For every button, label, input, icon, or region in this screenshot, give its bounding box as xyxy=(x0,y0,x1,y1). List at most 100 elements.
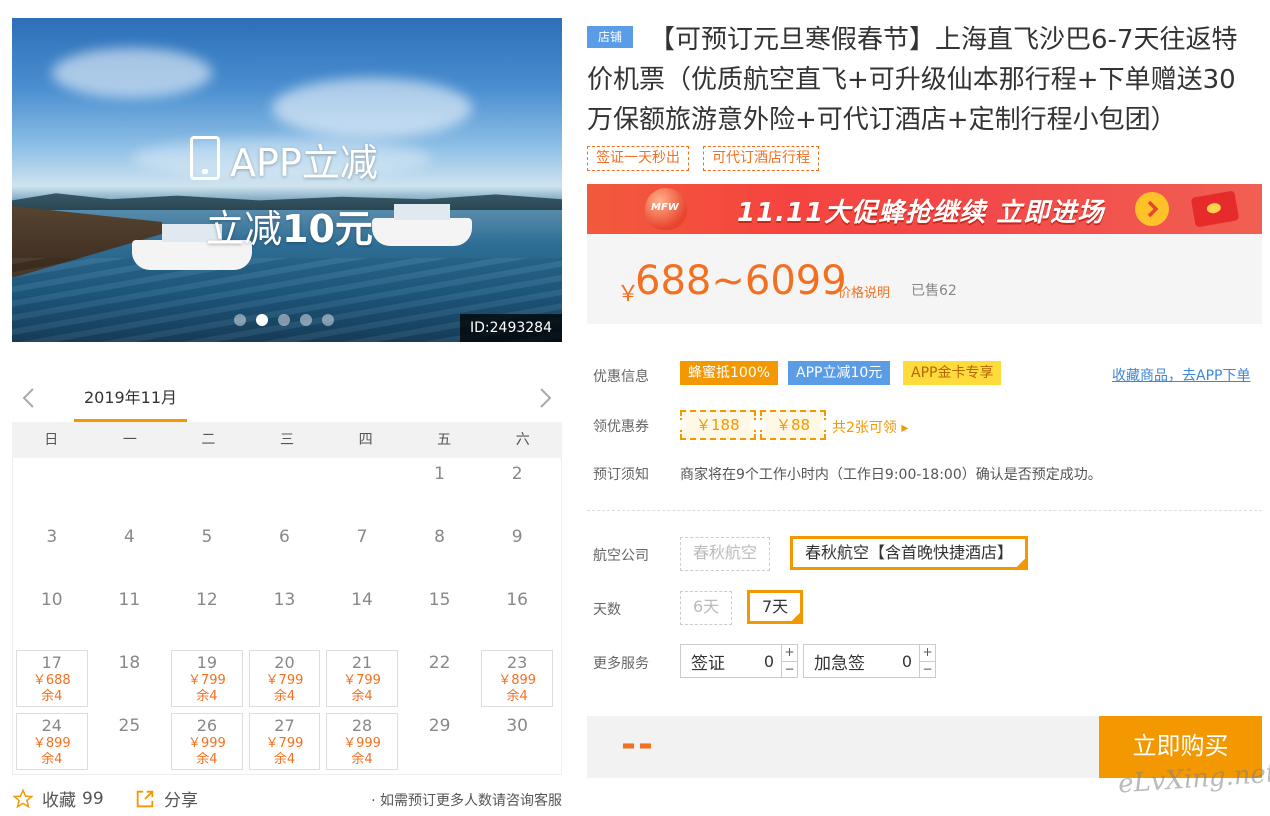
offer-tag-honey: 蜂蜜抵100% xyxy=(680,361,779,385)
calendar-day-price: ￥799 xyxy=(187,673,226,688)
calendar-day-number: 23 xyxy=(506,653,528,672)
calendar-day-number: 3 xyxy=(46,527,58,547)
favorite-button[interactable]: 收藏 99 xyxy=(12,786,104,811)
offer-tag-app: APP立减10元 xyxy=(788,361,891,385)
increment-button[interactable]: + xyxy=(782,645,797,661)
chevron-left-icon[interactable] xyxy=(18,386,42,410)
share-label: 分享 xyxy=(164,791,198,811)
calendar-day-number: 7 xyxy=(356,527,368,547)
promo-banner[interactable]: MFW 11.11大促蜂抢继续 立即进场 xyxy=(587,184,1262,234)
calendar-day-remaining: 余4 xyxy=(351,752,373,767)
star-icon xyxy=(12,787,34,808)
calendar-month-tab[interactable]: 2019年11月 xyxy=(74,378,187,422)
calendar-day-number: 19 xyxy=(196,653,218,672)
decrement-button[interactable]: − xyxy=(920,660,935,678)
calendar-day-number: 2 xyxy=(511,464,523,484)
carousel-dot[interactable] xyxy=(234,314,246,326)
calendar-day-available[interactable]: 20 ￥799 余4 xyxy=(248,650,321,707)
product-page: APP立减 立减10元 ID:2493284 2019年11月 日一二三四五六 … xyxy=(0,0,1270,816)
calendar-day: 5 xyxy=(168,521,246,584)
calendar-day: 3 xyxy=(13,521,91,584)
calendar-day-available[interactable]: 28 ￥999 余4 xyxy=(326,713,398,770)
calendar-day-number: 11 xyxy=(118,590,141,610)
calendar-day-available[interactable]: 21 ￥799 余4 xyxy=(326,650,398,707)
calendar-day: 2 xyxy=(478,458,556,521)
calendar-day: 29 xyxy=(401,710,479,773)
calendar-day: 18 xyxy=(91,647,169,710)
calendar-day: 25 xyxy=(91,710,169,773)
weekday-label: 五 xyxy=(437,432,452,448)
carousel-dot[interactable] xyxy=(300,314,312,326)
decrement-button[interactable]: − xyxy=(782,660,797,678)
calendar-day-remaining: 余4 xyxy=(41,689,63,704)
calendar-day xyxy=(246,458,324,521)
chevron-right-icon[interactable] xyxy=(532,386,556,410)
calendar-day xyxy=(91,458,169,521)
coupon-188[interactable]: ￥188 xyxy=(676,410,760,440)
calendar-day: 4 xyxy=(91,521,169,584)
weekday-label: 三 xyxy=(279,432,294,448)
airline-option-spring[interactable]: 春秋航空 xyxy=(680,537,771,571)
carousel-dot-active[interactable] xyxy=(256,314,268,326)
calendar-day-price: ￥688 xyxy=(32,673,71,688)
calendar-day-price: ￥799 xyxy=(343,673,381,688)
feature-badge: 签证一天秒出 xyxy=(587,146,689,171)
share-button[interactable]: 分享 xyxy=(134,786,198,811)
feature-badges: 签证一天秒出 可代订酒店行程 xyxy=(587,146,819,171)
promo-text: 11.11大促蜂抢继续 立即进场 xyxy=(737,198,1105,228)
calendar-day-number: 10 xyxy=(40,590,63,610)
airline-option-spring-hotel[interactable]: 春秋航空【含首晚快捷酒店】 xyxy=(790,536,1029,570)
calendar-day-available[interactable]: 26 ￥999 余4 xyxy=(171,713,243,770)
calendar-day-number: 1 xyxy=(434,464,445,484)
hero-subtitle-amount: 10元 xyxy=(282,207,373,251)
calendar-day-available[interactable]: 23 ￥899 余4 xyxy=(481,650,553,707)
calendar-day-number: 6 xyxy=(279,527,290,547)
calendar-day-price: ￥999 xyxy=(187,736,226,751)
calendar-day-available[interactable]: 19 ￥799 余4 xyxy=(171,650,243,707)
calendar-day-price: ￥799 xyxy=(265,736,304,751)
calendar-day-number: 24 xyxy=(41,716,62,735)
coupons-more-link[interactable]: 共2张可领 ▸ xyxy=(832,417,908,437)
hero-boat xyxy=(372,218,472,246)
visa-stepper[interactable]: 签证 0 + − xyxy=(680,644,798,678)
favorite-app-link[interactable]: 收藏商品，去APP下单 xyxy=(1112,365,1250,385)
days-option-6[interactable]: 6天 xyxy=(680,591,733,625)
calendar-day-number: 12 xyxy=(196,590,218,610)
coupon-88[interactable]: ￥88 xyxy=(755,410,831,440)
calendar-day-remaining: 余4 xyxy=(273,752,296,767)
calendar-day-available[interactable]: 24 ￥899 余4 xyxy=(16,713,88,770)
calendar-day-price: ￥899 xyxy=(32,736,71,751)
price-panel: ￥ 688~6099 价格说明 已售62 xyxy=(587,234,1262,324)
hero-title: APP立减 xyxy=(230,141,378,185)
days-option-7[interactable]: 7天 xyxy=(747,590,804,624)
hero-subtitle: 立减10元 xyxy=(206,198,373,253)
calendar-day: 15 xyxy=(401,584,479,647)
hero-carousel[interactable]: APP立减 立减10元 ID:2493284 xyxy=(12,18,562,342)
weekday-label: 四 xyxy=(358,432,373,448)
calendar-day-price: ￥999 xyxy=(343,736,381,751)
calendar-day-available[interactable]: 17 ￥688 余4 xyxy=(16,650,88,707)
notice-label: 预订须知 xyxy=(593,467,649,483)
carousel-dot[interactable] xyxy=(322,314,334,326)
price-explain-link[interactable]: 价格说明 xyxy=(838,282,890,301)
express-visa-stepper-buttons: + − xyxy=(919,645,935,677)
calendar-day-number: 27 xyxy=(274,716,295,735)
calendar-day-number: 9 xyxy=(511,527,523,547)
calendar-day: 13 xyxy=(246,584,324,647)
shop-tag[interactable]: 店铺 xyxy=(587,26,633,48)
calendar-day: 14 xyxy=(323,584,401,647)
visa-quantity[interactable]: 0 xyxy=(757,652,781,671)
hero-subtitle-prefix: 立减 xyxy=(206,207,283,251)
calendar-day-available[interactable]: 27 ￥799 余4 xyxy=(248,713,321,770)
promo-logo-text: MFW xyxy=(651,202,679,213)
express-visa-quantity[interactable]: 0 xyxy=(895,652,919,671)
carousel-dot[interactable] xyxy=(278,314,290,326)
calendar-day-number: 22 xyxy=(428,653,451,673)
sold-count: 已售62 xyxy=(911,283,957,299)
calendar-day: 1 xyxy=(401,458,479,521)
increment-button[interactable]: + xyxy=(920,645,935,661)
calendar-day xyxy=(323,458,401,521)
express-visa-stepper[interactable]: 加急签 0 + − xyxy=(803,644,936,678)
calendar-day: 22 xyxy=(401,647,479,710)
price-calendar: 2019年11月 日一二三四五六 1 2 3 4 5 6 7 8 9 10 11 12 13 14 15 16… xyxy=(12,378,562,775)
